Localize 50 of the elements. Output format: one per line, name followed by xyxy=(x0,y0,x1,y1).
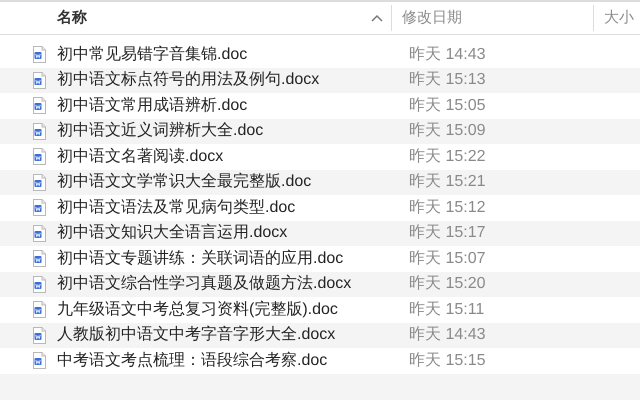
file-name: 初中语文语法及常见病句类型.doc xyxy=(57,198,296,218)
document-icon xyxy=(33,326,46,344)
file-name: 人教版初中语文中考字音字形大全.docx xyxy=(57,324,336,346)
column-label: 大小 xyxy=(604,8,634,28)
file-name: 中考语文考点梳理：语段综合考察.doc xyxy=(57,350,328,371)
file-name: 初中语文名著阅读.docx xyxy=(57,146,224,167)
modified-date: 昨天 15:13 xyxy=(408,70,486,90)
modified-date: 昨天 14:43 xyxy=(408,44,486,65)
document-icon xyxy=(33,46,46,64)
modified-date: 昨天 14:43 xyxy=(408,325,486,346)
document-icon xyxy=(33,199,46,216)
modified-date: 昨天 15:17 xyxy=(408,223,486,244)
column-label: 名称 xyxy=(57,8,87,28)
file-name: 初中语文文学常识大全最完整版.doc xyxy=(57,172,312,192)
document-icon xyxy=(33,301,46,318)
document-icon xyxy=(33,97,46,114)
file-name: 初中语文近义词辨析大全.doc xyxy=(57,120,264,142)
document-icon xyxy=(33,148,46,166)
column-header[interactable]: 名称 xyxy=(0,2,391,34)
chevron-up-icon xyxy=(371,14,383,22)
modified-date: 昨天 15:22 xyxy=(408,146,486,167)
file-row[interactable]: 人教版初中语文中考字音字形大全.docx 昨天 14:43 xyxy=(0,322,640,348)
file-name: 初中语文常用成语辨析.doc xyxy=(57,96,248,116)
modified-date: 昨天 15:20 xyxy=(408,274,486,294)
file-name: 九年级语文中考总复习资料(完整版).doc xyxy=(57,300,338,320)
document-icon xyxy=(33,122,46,140)
file-row[interactable]: 初中语文标点符号的用法及例句.docx 昨天 15:13 xyxy=(0,68,640,93)
file-name: 初中语文标点符号的用法及例句.docx xyxy=(57,70,320,90)
file-name: 初中常见易错字音集锦.doc xyxy=(57,44,248,65)
document-icon xyxy=(33,174,46,191)
file-name: 初中语文综合性学习真题及做题方法.docx xyxy=(57,274,352,294)
modified-date: 昨天 15:05 xyxy=(408,96,486,116)
file-name: 初中语文专题讲练：关联词语的应用.doc xyxy=(57,248,344,269)
file-row[interactable]: 初中语文近义词辨析大全.doc 昨天 15:09 xyxy=(0,118,640,144)
modified-date: 昨天 15:09 xyxy=(408,121,486,142)
file-row[interactable]: 初中语文知识大全语言运用.docx 昨天 15:17 xyxy=(0,220,640,246)
document-icon xyxy=(33,352,46,370)
file-row[interactable]: 初中语文文学常识大全最完整版.doc 昨天 15:21 xyxy=(0,170,640,195)
document-icon xyxy=(33,72,46,89)
document-icon xyxy=(33,276,46,293)
modified-date: 昨天 15:07 xyxy=(408,248,486,269)
file-row[interactable]: 初中语文综合性学习真题及做题方法.docx 昨天 15:20 xyxy=(0,272,640,297)
modified-date: 昨天 15:12 xyxy=(408,198,486,218)
modified-date: 昨天 15:11 xyxy=(408,300,484,320)
document-icon xyxy=(33,250,46,268)
modified-date: 昨天 15:15 xyxy=(408,350,486,371)
modified-date: 昨天 15:21 xyxy=(408,172,486,192)
document-icon xyxy=(33,224,46,242)
column-label: 修改日期 xyxy=(402,8,462,28)
file-name: 初中语文知识大全语言运用.docx xyxy=(57,222,288,244)
